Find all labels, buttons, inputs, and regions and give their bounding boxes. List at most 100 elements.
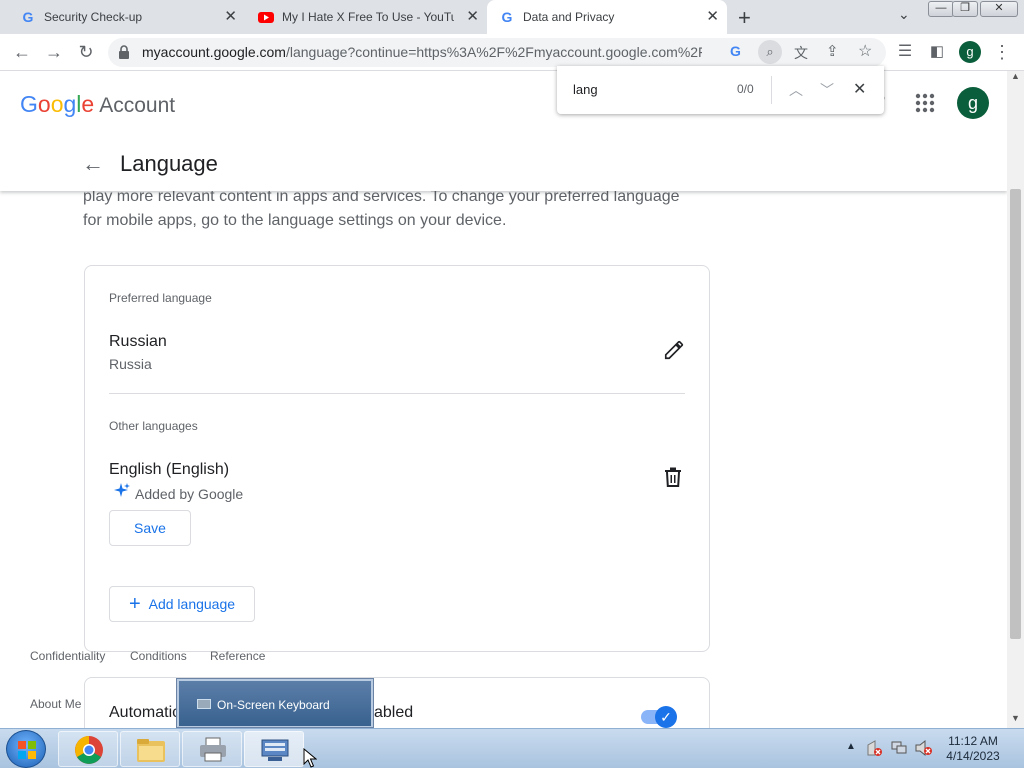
page-title: Language (120, 151, 218, 176)
folder-icon (137, 739, 165, 762)
intro-text: play more relevant content in apps and s… (83, 188, 680, 229)
translate-icon[interactable]: 文 (794, 43, 808, 63)
google-g-icon: G (502, 9, 513, 25)
svg-text:G: G (502, 9, 513, 25)
divider (109, 393, 685, 394)
show-hidden-icons[interactable]: ▲ (846, 741, 856, 752)
find-count: 0/0 (737, 82, 754, 96)
address-bar[interactable]: myaccount.google.com/language?continue=h… (108, 38, 886, 67)
tab-title: Data and Privacy (523, 10, 615, 24)
reload-icon[interactable]: ↻ (76, 42, 96, 62)
mouse-cursor-icon (303, 748, 317, 768)
preferred-language-label: Preferred language (109, 291, 212, 305)
add-language-label: Add language (148, 596, 236, 612)
close-window-button[interactable]: ✕ (980, 1, 1018, 17)
other-languages-label: Other languages (109, 419, 198, 433)
side-panel-icon[interactable]: ◧ (927, 42, 947, 62)
printer-icon (200, 737, 226, 762)
added-by-google-text: Added by Google (135, 486, 244, 502)
tab-title: My I Hate X Free To Use - YouTube (282, 10, 454, 24)
svg-text:G: G (23, 9, 34, 25)
lock-icon[interactable] (118, 45, 130, 59)
find-in-page-icon[interactable]: ⌕ (758, 40, 782, 64)
divider (771, 76, 772, 104)
automatic-card-title-end: abled (374, 704, 414, 721)
on-screen-keyboard-thumbnail[interactable]: On-Screen Keyboard (176, 678, 374, 728)
tab-strip: G Security Check-up ✕ My I Hate X Free T… (0, 0, 1024, 34)
find-bar: lang 0/0 ︿ ﹀ ✕ (557, 66, 884, 114)
osk-label: On-Screen Keyboard (217, 698, 330, 712)
google-lens-icon[interactable]: G (730, 43, 741, 59)
profile-avatar[interactable]: g (959, 41, 981, 63)
network-icon[interactable] (890, 739, 908, 757)
tab-security-checkup[interactable]: G Security Check-up ✕ (0, 0, 245, 34)
reading-list-icon[interactable]: ☰ (895, 42, 915, 62)
tab-search-icon[interactable]: ⌄ (898, 6, 910, 23)
minimize-button[interactable]: — (928, 1, 954, 17)
other-language-name: English (English) (109, 461, 230, 478)
scroll-up-icon[interactable]: ▲ (1011, 71, 1020, 81)
find-next-icon[interactable]: ﹀ (820, 80, 834, 100)
google-logo-text: Google (20, 91, 95, 117)
bookmark-star-icon[interactable]: ☆ (858, 41, 872, 61)
close-tab-icon[interactable]: ✕ (706, 9, 719, 25)
system-clock[interactable]: 11:12 AM 4/14/2023 (940, 734, 1006, 764)
share-icon[interactable]: ⇪ (826, 42, 839, 60)
account-avatar[interactable]: g (957, 87, 989, 119)
find-close-icon[interactable]: ✕ (853, 79, 866, 99)
edit-pencil-icon[interactable] (663, 339, 685, 361)
youtube-icon (258, 12, 274, 23)
windows-logo-icon (18, 741, 36, 759)
keyboard-icon (261, 739, 289, 761)
close-tab-icon[interactable]: ✕ (466, 9, 479, 25)
back-icon[interactable]: ← (12, 42, 32, 62)
back-arrow-icon[interactable]: ← (82, 151, 104, 177)
scrollbar-thumb[interactable] (1010, 189, 1021, 639)
footer-link-reference[interactable]: Reference (210, 649, 265, 663)
apps-grid-icon[interactable] (915, 93, 935, 113)
add-language-button[interactable]: + Add language (109, 586, 255, 622)
start-button[interactable] (6, 730, 46, 768)
taskbar-chrome[interactable] (58, 731, 118, 767)
check-icon: ✓ (655, 706, 677, 728)
tab-data-and-privacy[interactable]: G Data and Privacy ✕ (487, 0, 727, 34)
preferred-language-region: Russia (109, 356, 152, 372)
osk-inner: On-Screen Keyboard (179, 681, 371, 726)
action-center-icon[interactable] (866, 739, 884, 757)
taskbar-on-screen-keyboard[interactable] (244, 731, 304, 767)
sparkle-icon (114, 483, 130, 497)
google-g-icon: G (23, 9, 34, 25)
keyboard-icon (197, 699, 211, 709)
footer-link-confidentiality[interactable]: Confidentiality (30, 649, 105, 663)
footer-link-conditions[interactable]: Conditions (130, 649, 187, 663)
chrome-icon (75, 736, 103, 764)
find-previous-icon[interactable]: ︿ (789, 80, 803, 100)
scroll-down-icon[interactable]: ▼ (1011, 713, 1020, 723)
url-text: myaccount.google.com/language?continue=h… (142, 44, 702, 60)
preferred-language-name: Russian (109, 333, 167, 350)
clock-date: 4/14/2023 (946, 749, 1000, 763)
plus-icon: + (128, 593, 141, 615)
close-tab-icon[interactable]: ✕ (224, 9, 237, 25)
find-input[interactable]: lang (573, 82, 598, 97)
save-button[interactable]: Save (109, 510, 191, 546)
automatic-toggle[interactable]: ✓ (641, 706, 677, 728)
footer-link-about[interactable]: About Me (30, 697, 81, 711)
taskbar-explorer[interactable] (120, 731, 180, 767)
menu-kebab-icon[interactable]: ⋮ (992, 42, 1012, 62)
scrollbar[interactable]: ▲ ▼ (1007, 71, 1024, 728)
automatic-card-title-start: Automatic (109, 704, 181, 721)
new-tab-button[interactable]: + (738, 5, 751, 31)
account-logo-text: Account (99, 94, 176, 117)
taskbar: ▲ 11:12 AM 4/14/2023 (0, 728, 1024, 768)
restore-button[interactable]: ❐ (952, 1, 978, 17)
clock-time: 11:12 AM (948, 734, 998, 748)
volume-muted-icon[interactable] (914, 739, 934, 757)
forward-icon[interactable]: → (44, 42, 64, 62)
delete-trash-icon[interactable] (664, 467, 682, 487)
languages-card: Preferred language Russian Russia Other … (84, 265, 710, 652)
tab-title: Security Check-up (44, 10, 143, 24)
taskbar-printer[interactable] (182, 731, 242, 767)
tab-youtube[interactable]: My I Hate X Free To Use - YouTube ✕ (245, 0, 487, 34)
google-account-logo[interactable]: Google Account (20, 91, 175, 118)
